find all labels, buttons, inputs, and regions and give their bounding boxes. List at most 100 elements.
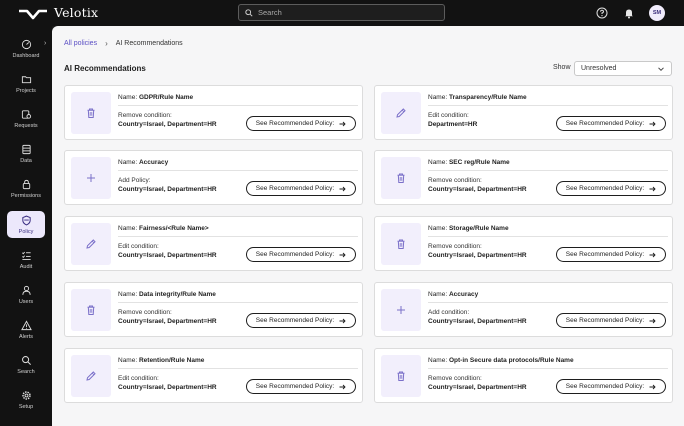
card-condition: Country=Israel, Department=HR xyxy=(428,318,527,325)
sidebar-item-permissions[interactable]: Permissions xyxy=(0,172,52,206)
sidebar-item-users[interactable]: Users xyxy=(0,278,52,312)
button-label: See Recommended Policy: xyxy=(255,251,335,258)
breadcrumb-current: AI Recommendations xyxy=(115,40,183,47)
card-name-value: Opt-in Secure data protocols/Rule Name xyxy=(448,357,574,364)
card-name-prefix: Name: xyxy=(428,94,448,101)
sidebar-item-requests[interactable]: Requests xyxy=(0,102,52,136)
see-recommended-policy-button[interactable]: See Recommended Policy: xyxy=(246,247,356,262)
card-name-prefix: Name: xyxy=(428,225,448,232)
arrow-right-icon xyxy=(649,384,656,389)
chevron-right-icon: › xyxy=(105,39,108,48)
button-label: See Recommended Policy: xyxy=(565,251,645,258)
see-recommended-policy-button[interactable]: See Recommended Policy: xyxy=(246,116,356,131)
see-recommended-policy-button[interactable]: See Recommended Policy: xyxy=(246,313,356,328)
sidebar-item-label: Audit xyxy=(19,264,33,270)
sidebar-item-label: Users xyxy=(18,299,34,305)
recommendation-card: Name: Storage/Rule Name Remove condition:… xyxy=(374,216,673,271)
button-label: See Recommended Policy: xyxy=(255,383,335,390)
logo-text: Velotix xyxy=(54,5,99,20)
recommendation-card: Name: Accuracy Add condition: Country=Isra… xyxy=(374,282,673,337)
card-name-value: Data integrity/Rule Name xyxy=(138,291,216,298)
logo[interactable]: Velotix xyxy=(18,5,98,20)
global-search[interactable] xyxy=(238,4,445,21)
card-rule-name: Name: Retention/Rule Name xyxy=(118,357,204,364)
card-divider xyxy=(428,368,668,369)
warning-icon xyxy=(20,320,32,331)
card-name-prefix: Name: xyxy=(428,291,448,298)
see-recommended-policy-button[interactable]: See Recommended Policy: xyxy=(556,247,666,262)
sidebar-item-label: Setup xyxy=(18,404,34,410)
card-divider xyxy=(118,236,358,237)
card-action-label: Edit condition: xyxy=(118,243,159,250)
search-icon xyxy=(21,356,31,365)
card-divider xyxy=(118,170,358,171)
arrow-right-icon xyxy=(649,318,656,323)
card-condition: Country=Israel, Department=HR xyxy=(118,121,217,128)
trash-icon xyxy=(381,223,421,265)
breadcrumb-all-policies-link[interactable]: All policies xyxy=(64,40,97,47)
sidebar-item-search[interactable]: Search xyxy=(0,348,52,382)
arrow-right-icon xyxy=(339,318,346,323)
user-avatar[interactable]: SM xyxy=(649,5,665,21)
sidebar-item-policy[interactable]: Policy xyxy=(7,211,45,238)
card-action-label: Remove condition: xyxy=(118,112,172,119)
button-label: See Recommended Policy: xyxy=(565,317,645,324)
arrow-right-icon xyxy=(649,186,656,191)
recommendation-card: Name: Retention/Rule Name Edit condition:… xyxy=(64,348,363,403)
lock-icon xyxy=(22,179,30,190)
recommendation-card: Name: GDPR/Rule Name Remove condition: Cou… xyxy=(64,85,363,140)
trash-icon xyxy=(71,92,111,134)
main-content: All policies › AI Recommendations AI Rec… xyxy=(52,26,684,426)
sidebar-item-data[interactable]: Data xyxy=(0,137,52,171)
see-recommended-policy-button[interactable]: See Recommended Policy: xyxy=(556,313,666,328)
card-action-label: Remove condition: xyxy=(118,309,172,316)
sidebar-item-alerts[interactable]: Alerts xyxy=(0,313,52,347)
card-action-label: Add condition: xyxy=(428,309,470,316)
card-condition: Country=Israel, Department=HR xyxy=(118,252,217,259)
see-recommended-policy-button[interactable]: See Recommended Policy: xyxy=(556,379,666,394)
recommendation-card: Name: SEC reg/Rule Name Remove condition:… xyxy=(374,150,673,205)
button-label: See Recommended Policy: xyxy=(565,383,645,390)
card-name-prefix: Name: xyxy=(428,159,448,166)
breadcrumb: All policies › AI Recommendations xyxy=(64,39,183,48)
card-condition: Country=Israel, Department=HR xyxy=(118,186,217,193)
card-divider xyxy=(118,302,358,303)
card-rule-name: Name: SEC reg/Rule Name xyxy=(428,159,510,166)
chevron-down-icon xyxy=(658,67,664,72)
see-recommended-policy-button[interactable]: See Recommended Policy: xyxy=(246,379,356,394)
sidebar-item-dashboard[interactable]: Dashboard xyxy=(0,32,52,66)
database-icon xyxy=(21,144,31,155)
sidebar-item-label: Requests xyxy=(14,123,38,129)
card-action-label: Edit condition: xyxy=(428,112,469,119)
plus-icon xyxy=(71,157,111,199)
user-icon xyxy=(21,285,31,295)
status-filter-select[interactable]: Unresolved xyxy=(574,61,672,76)
card-name-prefix: Name: xyxy=(118,225,138,232)
help-icon[interactable] xyxy=(595,6,609,20)
sidebar-item-label: Dashboard xyxy=(12,53,40,59)
see-recommended-policy-button[interactable]: See Recommended Policy: xyxy=(246,181,356,196)
card-divider xyxy=(428,236,668,237)
audit-list-icon xyxy=(21,251,31,260)
bell-icon[interactable] xyxy=(622,6,636,20)
trash-icon xyxy=(381,355,421,397)
sidebar-item-projects[interactable]: Projects xyxy=(0,67,52,101)
button-label: See Recommended Policy: xyxy=(565,120,645,127)
card-rule-name: Name: Transparency/Rule Name xyxy=(428,94,527,101)
card-name-prefix: Name: xyxy=(118,357,138,364)
card-condition: Country=Israel, Department=HR xyxy=(118,384,217,391)
sidebar-item-audit[interactable]: Audit xyxy=(0,243,52,277)
card-action-label: Edit condition: xyxy=(118,375,159,382)
card-name-prefix: Name: xyxy=(118,159,138,166)
see-recommended-policy-button[interactable]: See Recommended Policy: xyxy=(556,181,666,196)
velotix-logo-icon xyxy=(19,9,47,19)
button-label: See Recommended Policy: xyxy=(255,185,335,192)
search-input[interactable] xyxy=(258,8,438,17)
see-recommended-policy-button[interactable]: See Recommended Policy: xyxy=(556,116,666,131)
arrow-right-icon xyxy=(649,252,656,257)
card-divider xyxy=(118,368,358,369)
sidebar-item-setup[interactable]: Setup xyxy=(0,383,52,417)
arrow-right-icon xyxy=(339,121,346,126)
card-action-label: Add Policy: xyxy=(118,177,151,184)
card-rule-name: Name: Data integrity/Rule Name xyxy=(118,291,216,298)
